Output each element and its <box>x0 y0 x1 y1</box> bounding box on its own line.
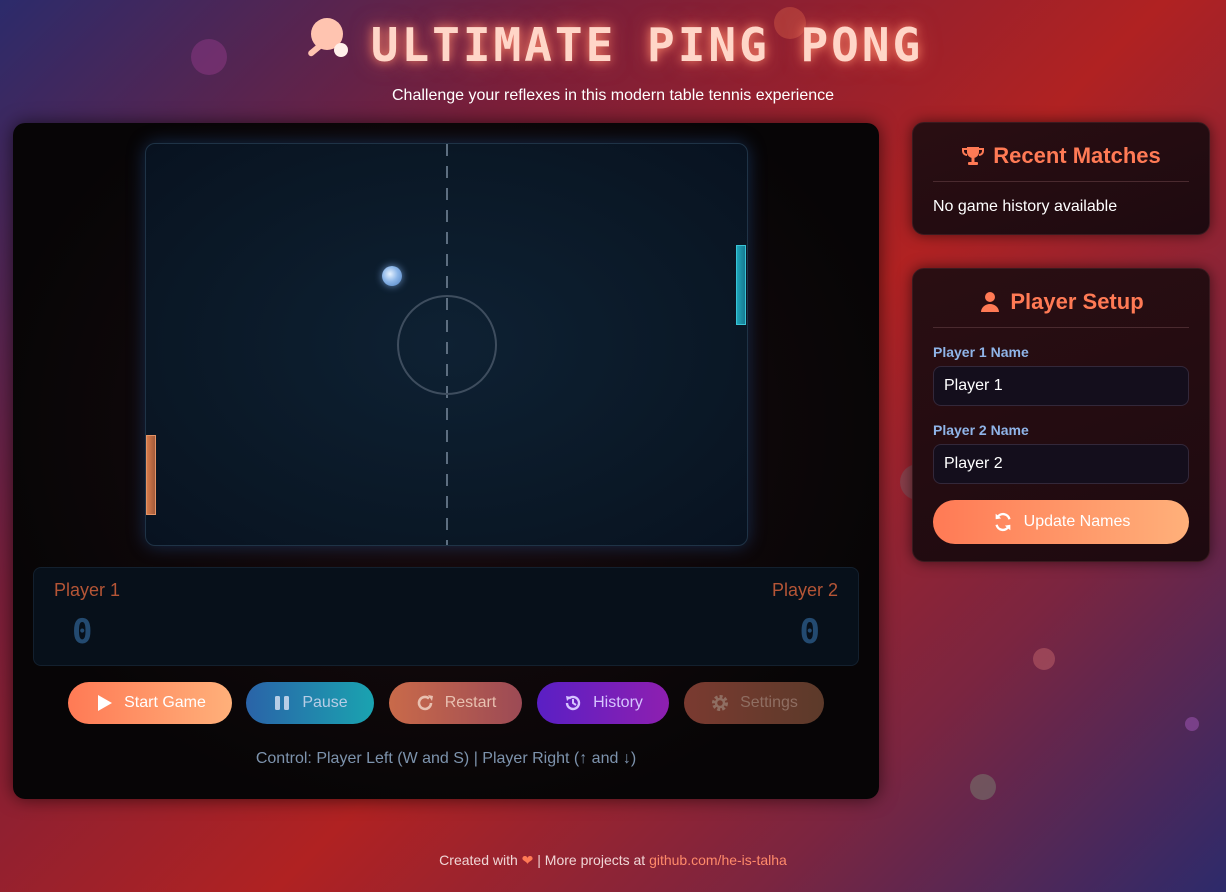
right-player-score: 0 <box>799 612 820 652</box>
player2-name-label: Player 2 Name <box>933 422 1029 438</box>
player2-name-input[interactable] <box>933 444 1189 484</box>
start-game-button[interactable]: Start Game <box>68 682 232 724</box>
game-controls: Start Game Pause Restart History Setting… <box>13 682 879 724</box>
restart-label: Restart <box>444 694 497 711</box>
background-bubble <box>970 774 996 800</box>
right-player-name: Player 2 <box>771 580 838 600</box>
left-paddle <box>146 435 156 515</box>
court-center-circle <box>397 295 497 395</box>
background-bubble <box>1185 717 1199 731</box>
history-icon <box>565 695 581 711</box>
play-icon <box>98 695 113 711</box>
pause-label: Pause <box>302 694 348 711</box>
background-bubble <box>1033 648 1055 670</box>
player-setup-header: Player Setup <box>933 289 1189 328</box>
game-card: Player 1 Player 2 0 0 Start Game Pause R… <box>13 123 879 799</box>
restart-button[interactable]: Restart <box>389 682 522 724</box>
right-paddle <box>736 245 746 325</box>
trophy-icon <box>962 147 985 165</box>
recent-matches-panel: Recent Matches No game history available <box>912 122 1210 235</box>
title-text: ULTIMATE PING PONG <box>370 17 924 72</box>
recent-matches-header: Recent Matches <box>933 143 1189 182</box>
player1-name-label: Player 1 Name <box>933 344 1029 360</box>
player1-name-input[interactable] <box>933 366 1189 406</box>
recent-matches-title: Recent Matches <box>993 143 1161 168</box>
footer-github-link[interactable]: github.com/he-is-talha <box>649 852 787 868</box>
page-header: ULTIMATE PING PONG Challenge your reflex… <box>0 14 1226 105</box>
control-hint: Control: Player Left (W and S) | Player … <box>255 750 637 767</box>
history-label: History <box>593 694 643 711</box>
scoreboard: Player 1 Player 2 0 0 <box>33 567 859 666</box>
settings-button[interactable]: Settings <box>684 682 824 724</box>
ping-pong-icon <box>303 14 355 75</box>
heart-icon: ❤ <box>521 852 534 868</box>
page-subtitle: Challenge your reflexes in this modern t… <box>391 87 835 104</box>
history-button[interactable]: History <box>537 682 669 724</box>
recent-matches-empty: No game history available <box>933 198 1118 215</box>
start-game-label: Start Game <box>124 694 206 711</box>
update-names-label: Update Names <box>1023 513 1131 530</box>
user-icon <box>981 292 1000 312</box>
pause-icon <box>275 696 290 710</box>
sync-icon <box>995 512 1011 532</box>
page-title: ULTIMATE PING PONG <box>303 14 924 75</box>
pause-button[interactable]: Pause <box>246 682 374 724</box>
footer-created-text: Created with <box>439 852 518 868</box>
restart-icon <box>417 695 433 711</box>
page-footer: Created with ❤ | More projects at github… <box>0 852 1226 869</box>
settings-label: Settings <box>740 694 798 711</box>
update-names-button[interactable]: Update Names <box>933 500 1189 544</box>
player-setup-title: Player Setup <box>1010 289 1144 314</box>
left-player-score: 0 <box>72 612 93 652</box>
player-setup-panel: Player Setup Player 1 Name Player 2 Name… <box>912 268 1210 562</box>
footer-more-text: | More projects at <box>537 852 646 868</box>
game-court[interactable] <box>145 143 748 546</box>
left-player-name: Player 1 <box>54 580 121 600</box>
ball <box>382 266 402 286</box>
gear-icon <box>712 695 729 711</box>
